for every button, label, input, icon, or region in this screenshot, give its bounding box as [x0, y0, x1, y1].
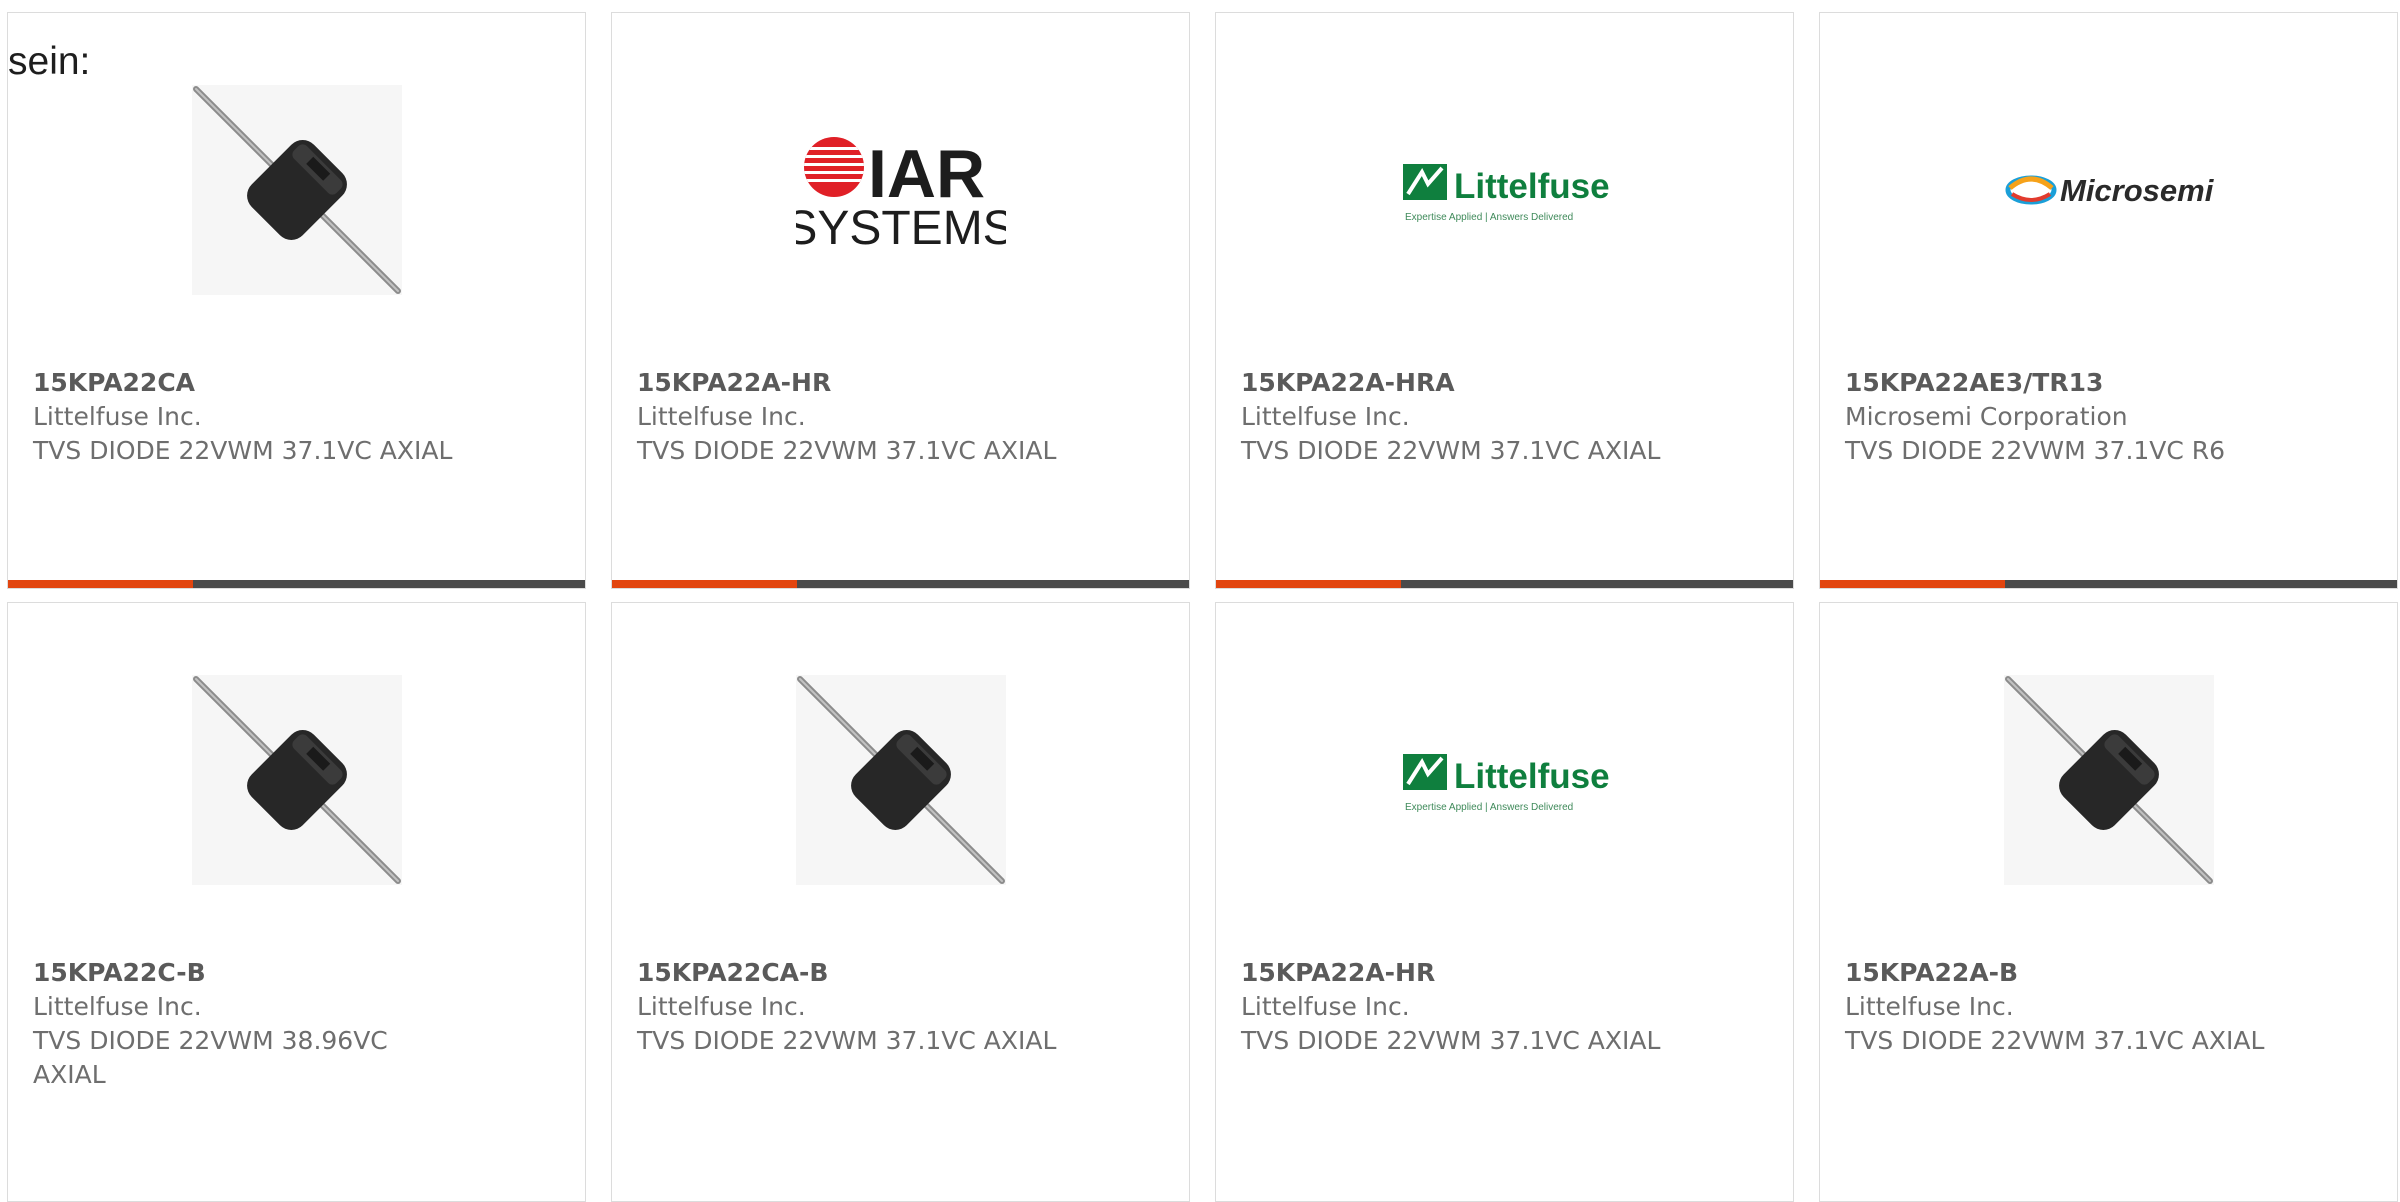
littelfuse-tagline: Expertise Applied | Answers Delivered	[1405, 802, 1573, 813]
card-progress-bar	[8, 580, 585, 588]
product-card[interactable]: 15KPA22C-B Littelfuse Inc. TVS DIODE 22V…	[7, 602, 586, 1202]
product-part-number[interactable]: 15KPA22AE3/TR13	[1845, 366, 2372, 400]
product-card[interactable]: 15KPA22CA Littelfuse Inc. TVS DIODE 22VW…	[7, 12, 586, 589]
diode-photo	[191, 85, 402, 295]
product-description: TVS DIODE 22VWM 37.1VC R6	[1845, 436, 2226, 465]
product-manufacturer: Littelfuse Inc.	[637, 402, 806, 431]
product-manufacturer: Littelfuse Inc.	[33, 992, 202, 1021]
product-manufacturer: Littelfuse Inc.	[1845, 992, 2014, 1021]
systems-logo-text: SYSTEMS	[796, 202, 1006, 255]
littelfuse-tagline: Expertise Applied | Answers Delivered	[1405, 212, 1573, 223]
diode-photo	[191, 675, 402, 885]
card-progress-fill	[1216, 580, 1401, 588]
card-progress-bar	[612, 580, 1189, 588]
product-part-number[interactable]: 15KPA22A-B	[1845, 956, 2372, 990]
product-description: TVS DIODE 22VWM 38.96VC AXIAL	[33, 1026, 388, 1089]
littelfuse-logo: Littelfuse Expertise Applied | Answers D…	[1400, 85, 1610, 295]
product-part-number[interactable]: 15KPA22A-HRA	[1241, 366, 1768, 400]
diode-photo	[2003, 675, 2214, 885]
card-progress-fill	[8, 580, 193, 588]
product-manufacturer: Microsemi Corporation	[1845, 402, 2128, 431]
product-part-number[interactable]: 15KPA22CA	[33, 366, 560, 400]
product-card[interactable]: 15KPA22CA-B Littelfuse Inc. TVS DIODE 22…	[611, 602, 1190, 1202]
product-description: TVS DIODE 22VWM 37.1VC AXIAL	[637, 1026, 1057, 1055]
product-part-number[interactable]: 15KPA22C-B	[33, 956, 560, 990]
littelfuse-logo-text: Littelfuse	[1454, 757, 1610, 796]
product-card[interactable]: Microsemi 15KPA22AE3/TR13 Microsemi Corp…	[1819, 12, 2398, 589]
microsemi-logo: Microsemi	[2004, 85, 2214, 295]
product-part-number[interactable]: 15KPA22A-HR	[637, 366, 1164, 400]
product-description: TVS DIODE 22VWM 37.1VC AXIAL	[637, 436, 1057, 465]
product-description: TVS DIODE 22VWM 37.1VC AXIAL	[1845, 1026, 2265, 1055]
product-manufacturer: Littelfuse Inc.	[33, 402, 202, 431]
littelfuse-logo: Littelfuse Expertise Applied | Answers D…	[1400, 675, 1610, 885]
product-description: TVS DIODE 22VWM 37.1VC AXIAL	[1241, 436, 1661, 465]
iar-systems-logo: IAR SYSTEMS	[796, 85, 1006, 295]
product-manufacturer: Littelfuse Inc.	[1241, 992, 1410, 1021]
intro-text: sein:	[8, 40, 91, 83]
product-manufacturer: Littelfuse Inc.	[637, 992, 806, 1021]
iar-logo-text: IAR	[868, 136, 985, 212]
product-description: TVS DIODE 22VWM 37.1VC AXIAL	[1241, 1026, 1661, 1055]
card-progress-bar	[1820, 580, 2397, 588]
product-card[interactable]: IAR SYSTEMS 15KPA22A-HR Littelfuse Inc. …	[611, 12, 1190, 589]
product-card[interactable]: 15KPA22A-B Littelfuse Inc. TVS DIODE 22V…	[1819, 602, 2398, 1202]
product-part-number[interactable]: 15KPA22CA-B	[637, 956, 1164, 990]
product-description: TVS DIODE 22VWM 37.1VC AXIAL	[33, 436, 453, 465]
littelfuse-logo-text: Littelfuse	[1454, 167, 1610, 206]
card-progress-fill	[612, 580, 797, 588]
card-progress-fill	[1820, 580, 2005, 588]
product-card[interactable]: Littelfuse Expertise Applied | Answers D…	[1215, 12, 1794, 589]
diode-photo	[795, 675, 1006, 885]
product-part-number[interactable]: 15KPA22A-HR	[1241, 956, 1768, 990]
product-card[interactable]: Littelfuse Expertise Applied | Answers D…	[1215, 602, 1794, 1202]
product-manufacturer: Littelfuse Inc.	[1241, 402, 1410, 431]
card-progress-bar	[1216, 580, 1793, 588]
microsemi-logo-text: Microsemi	[2060, 173, 2214, 208]
